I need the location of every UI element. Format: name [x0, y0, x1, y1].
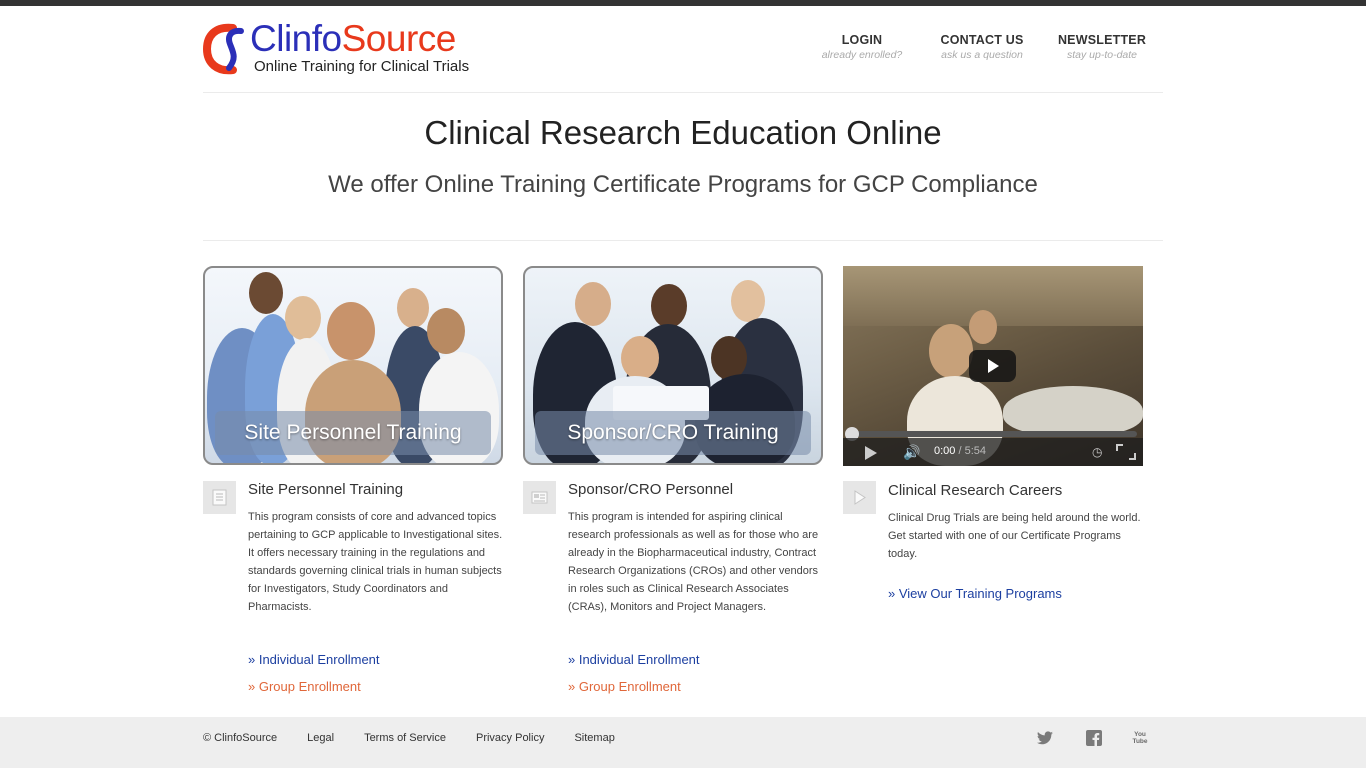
- footer: © ClinfoSource Legal Terms of Service Pr…: [0, 717, 1366, 768]
- individual-enrollment-link[interactable]: » Individual Enrollment: [248, 652, 380, 667]
- logo-name-part2: Source: [341, 18, 457, 59]
- nav-contact-sub: ask us a question: [941, 49, 1023, 61]
- group-enrollment-link[interactable]: » Group Enrollment: [248, 679, 361, 694]
- video-head: [929, 324, 973, 378]
- video-bed: [1003, 386, 1143, 436]
- photo-head: [427, 308, 465, 354]
- video-time-separator: /: [955, 445, 965, 457]
- video-play-button[interactable]: [969, 350, 1016, 382]
- logo-wordmark: ClinfoSource: [250, 18, 456, 60]
- site-personnel-caption: Site Personnel Training: [215, 411, 491, 455]
- logo-tagline: Online Training for Clinical Trials: [254, 58, 470, 75]
- site-logo[interactable]: ClinfoSource Online Training for Clinica…: [203, 18, 478, 78]
- footer-copyright: © ClinfoSource: [203, 732, 278, 744]
- column-title: Site Personnel Training: [248, 481, 404, 498]
- video-progress-bar[interactable]: [849, 431, 1137, 437]
- top-nav: LOGIN already enrolled? CONTACT US ask u…: [802, 33, 1162, 61]
- photo-head: [397, 288, 429, 328]
- nav-newsletter-title: NEWSLETTER: [1057, 33, 1147, 47]
- group-enrollment-link[interactable]: » Group Enrollment: [568, 679, 681, 694]
- facebook-icon[interactable]: [1085, 729, 1103, 747]
- column-title: Sponsor/CRO Personnel: [568, 481, 734, 498]
- footer-links: © ClinfoSource Legal Terms of Service Pr…: [203, 732, 645, 744]
- video-time: 0:00 / 5:54: [934, 445, 986, 457]
- footer-link-legal[interactable]: Legal: [307, 732, 334, 744]
- nav-newsletter-sub: stay up-to-date: [1066, 49, 1138, 61]
- column-description: Clinical Drug Trials are being held arou…: [888, 512, 1141, 560]
- top-bar: [0, 0, 1366, 6]
- sponsor-cro-image[interactable]: Sponsor/CRO Training: [523, 266, 823, 465]
- logo-name-part1: Clinfo: [250, 18, 342, 59]
- footer-link-terms[interactable]: Terms of Service: [364, 732, 446, 744]
- column-description: This program consists of core and advanc…: [248, 511, 503, 613]
- video-head: [969, 310, 997, 344]
- view-training-programs-link[interactable]: » View Our Training Programs: [888, 586, 1062, 601]
- hero-subtitle: We offer Online Training Certificate Pro…: [328, 171, 1038, 198]
- nav-newsletter[interactable]: NEWSLETTER stay up-to-date: [1042, 33, 1162, 61]
- nav-contact-title: CONTACT US: [940, 33, 1024, 47]
- header-divider: [203, 92, 1163, 93]
- individual-enrollment-link[interactable]: » Individual Enrollment: [568, 652, 700, 667]
- clock-icon[interactable]: ◷: [1092, 445, 1102, 459]
- fullscreen-icon[interactable]: [1116, 444, 1136, 460]
- hero-divider: [203, 240, 1163, 241]
- nav-login-title: LOGIN: [841, 33, 883, 47]
- youtube-icon[interactable]: You Tube: [1130, 729, 1150, 749]
- youtube-icon-text: You Tube: [1132, 731, 1148, 745]
- twitter-icon[interactable]: [1036, 729, 1054, 747]
- video-duration: 5:54: [964, 445, 987, 457]
- volume-icon[interactable]: 🔊: [903, 444, 920, 461]
- column-description: This program is intended for aspiring cl…: [568, 511, 819, 613]
- photo-head: [575, 282, 611, 326]
- video-controls: 🔊 0:00 / 5:54 ◷: [843, 438, 1143, 466]
- nav-login[interactable]: LOGIN already enrolled?: [802, 33, 922, 61]
- nav-contact-us[interactable]: CONTACT US ask us a question: [922, 33, 1042, 61]
- column-title: Clinical Research Careers: [888, 482, 1063, 499]
- photo-head: [731, 280, 765, 322]
- play-icon: [843, 481, 876, 514]
- photo-head: [285, 296, 321, 340]
- document-icon: [203, 481, 236, 514]
- photo-head: [249, 272, 283, 314]
- hero-title: Clinical Research Education Online: [424, 114, 942, 151]
- site-personnel-image[interactable]: Site Personnel Training: [203, 266, 503, 465]
- photo-head: [651, 284, 687, 328]
- video-current-time: 0:00: [934, 445, 956, 457]
- newspaper-icon: [523, 481, 556, 514]
- video-player[interactable]: 🔊 0:00 / 5:54 ◷: [843, 266, 1143, 466]
- logo-mark-icon: [203, 23, 244, 75]
- footer-link-sitemap[interactable]: Sitemap: [574, 732, 614, 744]
- photo-head: [621, 336, 659, 380]
- nav-login-sub: already enrolled?: [821, 49, 903, 61]
- footer-link-privacy[interactable]: Privacy Policy: [476, 732, 544, 744]
- photo-head: [327, 302, 375, 360]
- controls-play-icon[interactable]: [865, 446, 877, 460]
- sponsor-cro-caption: Sponsor/CRO Training: [535, 411, 811, 455]
